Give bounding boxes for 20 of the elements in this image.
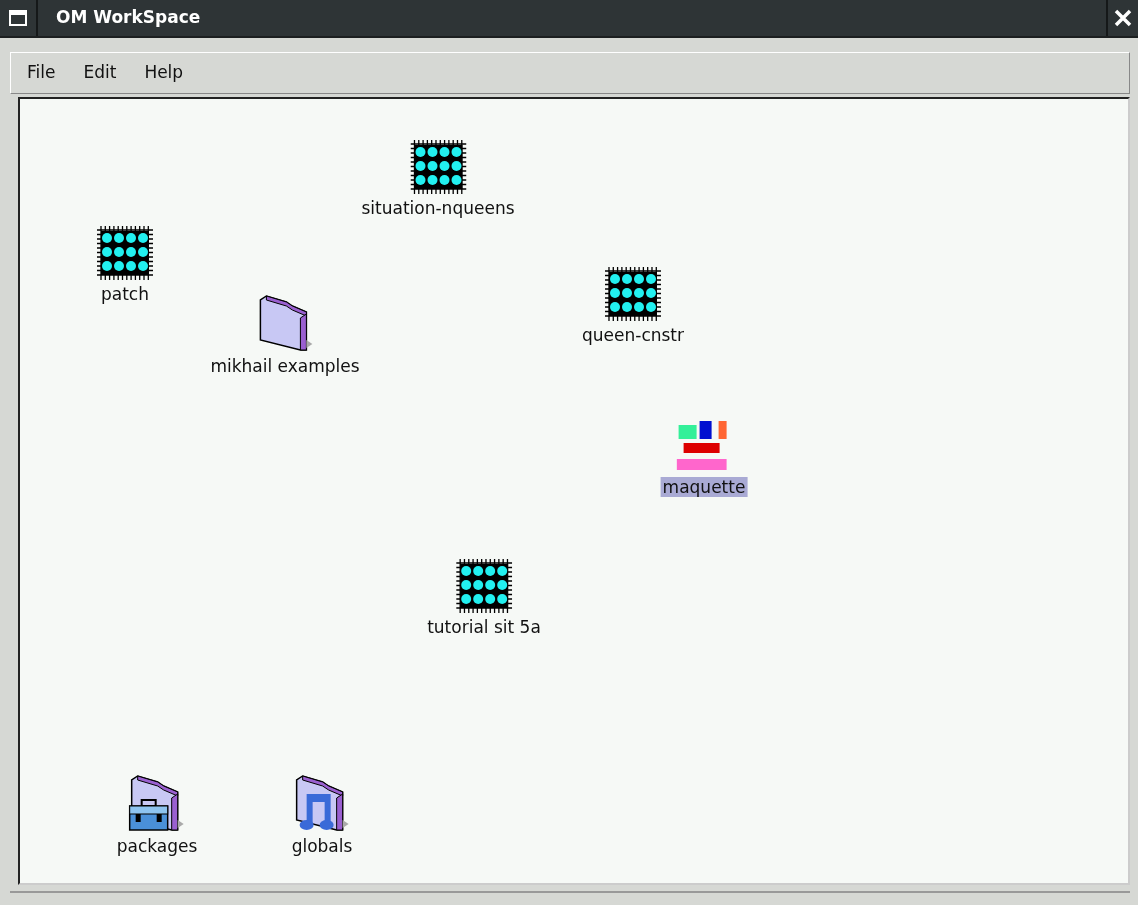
window-menu-icon[interactable] [9,10,27,26]
item-label[interactable]: queen-cnstr [580,325,686,346]
menu-item[interactable]: Help [132,58,196,88]
patch-icon[interactable] [97,226,153,280]
menu-item[interactable]: Edit [71,58,129,88]
window-title: OM WorkSpace [56,6,201,30]
patch-icon[interactable] [456,559,512,613]
patch-icon[interactable] [410,140,466,194]
menu-item[interactable]: File [15,58,68,88]
item-label[interactable]: globals [289,836,355,857]
item-label[interactable]: mikhail examples [208,356,362,377]
patch-icon[interactable] [605,267,661,321]
item-label[interactable]: packages [114,836,200,857]
item-label[interactable]: patch [99,284,151,305]
item-label[interactable]: tutorial sit 5a [425,617,543,638]
folder-toolbox-icon[interactable] [128,774,186,832]
item-label[interactable]: maquette [660,477,748,498]
item-label[interactable]: situation-nqueens [359,198,517,219]
folder-music-note-icon[interactable] [293,774,351,832]
close-icon[interactable] [1114,9,1132,27]
